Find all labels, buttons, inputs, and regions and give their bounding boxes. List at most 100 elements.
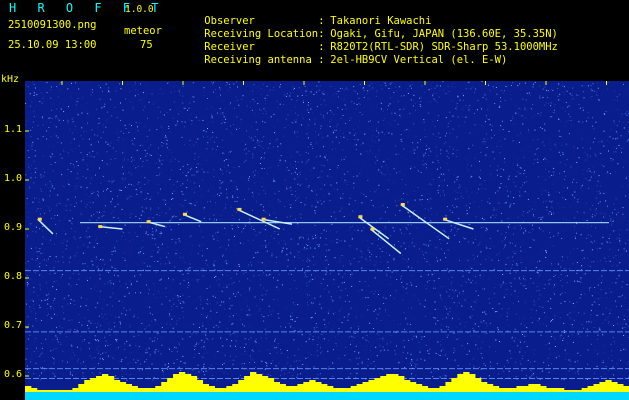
activity-bar	[344, 388, 352, 392]
activity-bar	[36, 390, 44, 392]
activity-bar	[332, 388, 340, 392]
activity-bar	[25, 386, 32, 392]
y-tick-label: 0.7	[3, 320, 22, 331]
activity-bar	[208, 386, 215, 392]
waterfall-spectrogram	[25, 81, 629, 400]
activity-bar	[386, 374, 393, 392]
activity-bar	[184, 374, 192, 392]
activity-bar	[409, 382, 417, 392]
meteor-count: 75	[140, 39, 153, 51]
activity-bar	[72, 388, 79, 392]
meteor-echo-head	[237, 207, 242, 211]
meteor-echo-head	[146, 220, 151, 224]
activity-bar	[202, 384, 209, 392]
activity-bar	[569, 390, 577, 392]
activity-bar	[273, 382, 281, 392]
activity-bar	[504, 388, 511, 392]
activity-bar	[143, 388, 150, 392]
activity-bar	[42, 390, 50, 392]
meteor-echo-head	[358, 215, 363, 219]
activity-bar	[398, 376, 405, 392]
activity-bar	[125, 384, 132, 392]
activity-bar	[297, 384, 304, 392]
activity-bar	[403, 380, 411, 392]
activity-bar	[226, 386, 233, 392]
activity-bar	[593, 384, 600, 392]
activity-bar	[232, 384, 239, 392]
activity-bar	[84, 380, 91, 392]
activity-bar	[107, 376, 115, 392]
activity-bar	[623, 386, 629, 392]
activity-bar	[552, 388, 559, 392]
activity-bar	[492, 386, 500, 392]
activity-bar	[510, 388, 517, 392]
activity-bar	[480, 382, 488, 392]
activity-bar	[214, 388, 221, 392]
activity-bar	[605, 380, 612, 392]
activity-bar	[261, 376, 269, 392]
activity-bar	[338, 388, 346, 392]
activity-bar	[534, 384, 541, 392]
activity-bar	[368, 380, 375, 392]
activity-bar	[498, 388, 506, 392]
activity-bar	[463, 372, 470, 392]
activity-bar	[196, 380, 204, 392]
meteor-echo-head	[370, 227, 375, 231]
activity-bar	[149, 388, 156, 392]
y-tick-label: 0.6	[3, 369, 22, 380]
activity-bar	[587, 386, 594, 392]
hrofft-window: H R O F F T 1.0.0 2510091300.png meteor …	[0, 0, 629, 400]
capture-datetime: 25.10.09 13:00	[8, 39, 97, 51]
activity-bar	[255, 374, 263, 392]
activity-bar	[291, 386, 298, 392]
activity-bar	[327, 386, 334, 392]
activity-bar	[101, 374, 109, 392]
activity-bar	[439, 386, 446, 392]
activity-bar	[321, 384, 328, 392]
activity-bar	[469, 374, 476, 392]
meteor-echo-head	[261, 217, 266, 221]
activity-bar	[350, 386, 358, 392]
activity-bar	[486, 384, 494, 392]
activity-bar	[380, 376, 387, 392]
activity-bar	[48, 390, 56, 392]
meteor-echo-head	[443, 217, 448, 221]
activity-bar	[315, 382, 322, 392]
activity-bar	[563, 390, 571, 392]
activity-bar	[575, 390, 583, 392]
activity-bar	[617, 384, 624, 392]
meteor-echo-head	[183, 212, 187, 216]
y-tick-label: 1.1	[3, 124, 22, 135]
activity-bar	[522, 386, 529, 392]
activity-bar	[611, 382, 618, 392]
activity-bar	[178, 372, 186, 392]
y-axis-unit: kHz	[1, 74, 20, 85]
activity-bar	[427, 388, 434, 392]
activity-bar	[285, 386, 292, 392]
activity-bar	[167, 378, 174, 392]
activity-bar	[131, 386, 138, 392]
activity-bar	[356, 384, 363, 392]
activity-bar	[279, 384, 286, 392]
activity-bar	[66, 390, 73, 392]
y-tick-label: 0.8	[3, 271, 22, 282]
activity-bar	[137, 388, 144, 392]
activity-bar	[421, 386, 429, 392]
activity-bar	[374, 378, 381, 392]
meteor-echo-head	[37, 217, 42, 221]
activity-bar	[96, 376, 103, 392]
activity-bar	[457, 374, 464, 392]
activity-bar	[557, 388, 565, 392]
activity-bar	[155, 386, 162, 392]
activity-bar	[30, 388, 38, 392]
activity-bar	[433, 388, 440, 392]
activity-bar	[238, 380, 245, 392]
activity-bar	[161, 382, 168, 392]
activity-bar	[546, 388, 553, 392]
waterfall-background	[25, 81, 629, 400]
activity-bar	[392, 374, 399, 392]
activity-bar	[540, 386, 547, 392]
y-tick-label: 0.9	[3, 222, 22, 233]
activity-baseline	[25, 392, 629, 400]
info-antenna: Receiving antenna:2el-HB9CV Vertical (el…	[204, 54, 508, 66]
